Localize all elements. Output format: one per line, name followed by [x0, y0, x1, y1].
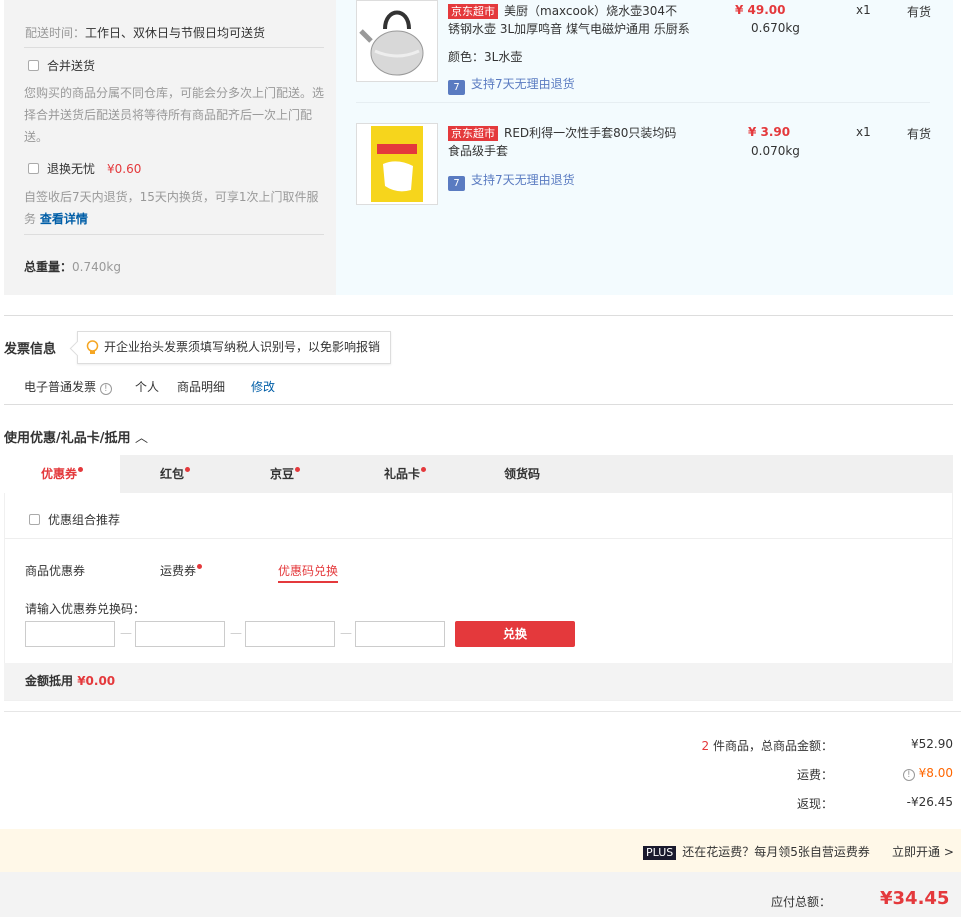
divider — [4, 711, 961, 712]
product-qty: x1 — [856, 3, 871, 17]
subtab-code-redeem[interactable]: 优惠码兑换 — [278, 562, 339, 583]
plus-promo: PLUS 还在花运费？每月领5张自营运费券 — [643, 843, 870, 860]
seven-day-icon: 7 — [448, 176, 465, 191]
tab-gift-card[interactable]: 礼品卡 — [340, 455, 470, 493]
merge-delivery-option[interactable]: 合并送货 — [28, 58, 95, 74]
delivery-time: 配送时间：工作日、双休日与节假日均可送货 — [25, 26, 266, 40]
code-input-4[interactable] — [355, 621, 445, 647]
divider — [4, 404, 953, 405]
tab-red-packets[interactable]: 红包 — [120, 455, 230, 493]
tab-jingdou[interactable]: 京豆 — [230, 455, 340, 493]
code-label: 请输入优惠券兑换码： — [25, 602, 146, 616]
subtab-shipping-coupon[interactable]: 运费券 — [160, 562, 203, 579]
invoice-content: 商品明细 — [177, 380, 226, 394]
total-label: 应付总额： — [771, 895, 832, 909]
code-input-2[interactable] — [135, 621, 225, 647]
return-policy-badge[interactable]: 7 支持7天无理由退货 — [448, 171, 575, 191]
lightbulb-icon — [86, 340, 99, 354]
product-weight: 0.070kg — [751, 144, 800, 158]
combo-checkbox[interactable] — [29, 514, 40, 525]
total-weight: 总重量：0.740kg — [24, 260, 121, 274]
product-price: ¥ 49.00 — [735, 3, 786, 17]
subtab-product-coupon[interactable]: 商品优惠券 — [25, 562, 85, 579]
cashback-label: 返现： — [796, 797, 833, 811]
code-input-3[interactable] — [245, 621, 335, 647]
product-image-gloves[interactable] — [356, 123, 438, 205]
return-service-option[interactable]: 退换无忧 ¥0.60 — [28, 161, 141, 177]
invoice-holder: 个人 — [135, 380, 160, 394]
details-link[interactable]: 查看详情 — [40, 212, 88, 226]
discount-tabs: 优惠券 红包 京豆 礼品卡 领货码 — [4, 455, 953, 493]
invoice-type: 电子普通发票 ! — [24, 378, 112, 395]
items-summary: 2 件商品，总商品金额： — [701, 739, 833, 753]
product-stock: 有货 — [907, 5, 932, 19]
tab-pickup-code[interactable]: 领货码 — [470, 455, 574, 493]
plus-open-link[interactable]: 立即开通 > — [892, 843, 954, 860]
merge-desc: 您购买的商品分属不同仓库，可能会分多次上门配送。选 择合并送货后配送员将等待所有商… — [24, 86, 325, 144]
product-spec: 颜色：3L水壶 — [448, 50, 523, 64]
return-desc: 自签收后7天内退货，15天内换货，可享1次上门取件服务 查看详情 — [24, 190, 319, 226]
invoice-tip: 开企业抬头发票须填写纳税人识别号，以免影响报销 — [77, 331, 391, 364]
divider — [24, 47, 324, 48]
redeem-button[interactable]: 兑换 — [455, 621, 575, 647]
cashback-value: -¥26.45 — [906, 795, 953, 809]
chevron-up-icon: ︿ — [135, 431, 149, 446]
product-name-kettle[interactable]: 京东超市 美厨（maxcook）烧水壶304不 锈钢水壶 3L加厚鸣音 煤气电磁炉通… — [448, 2, 698, 38]
product-price: ¥ 3.90 — [748, 125, 791, 139]
info-icon[interactable]: ! — [99, 383, 112, 395]
divider — [24, 234, 324, 235]
shipping-fee: ! ¥8.00 — [833, 766, 953, 781]
product-image-kettle[interactable] — [356, 0, 438, 82]
product-name-gloves[interactable]: 京东超市 RED利得一次性手套80只装均码 食品级手套 — [448, 124, 698, 160]
info-icon[interactable]: ! — [902, 769, 915, 781]
discount-section-toggle[interactable]: 使用优惠/礼品卡/抵用 ︿ — [4, 427, 148, 446]
return-service-checkbox[interactable] — [28, 163, 39, 174]
items-total: ¥52.90 — [911, 737, 953, 751]
code-input-1[interactable] — [25, 621, 115, 647]
amount-deduct: 金额抵用 ¥0.00 — [4, 663, 953, 700]
invoice-edit-link[interactable]: 修改 — [251, 378, 275, 395]
return-policy-badge[interactable]: 7 支持7天无理由退货 — [448, 75, 575, 95]
combo-recommend-option[interactable]: 优惠组合推荐 — [29, 512, 120, 528]
product-qty: x1 — [856, 125, 871, 139]
seven-day-icon: 7 — [448, 80, 465, 95]
shipping-label: 运费： — [796, 768, 833, 782]
plus-badge: PLUS — [643, 846, 677, 860]
product-stock: 有货 — [907, 127, 932, 141]
divider — [4, 315, 953, 316]
tab-coupons[interactable]: 优惠券 — [4, 455, 120, 493]
invoice-title: 发票信息 — [4, 342, 57, 357]
merge-delivery-checkbox[interactable] — [28, 60, 39, 71]
divider — [5, 538, 952, 539]
divider — [356, 102, 930, 103]
product-weight: 0.670kg — [751, 21, 800, 35]
total-amount: ¥34.45 — [880, 888, 950, 909]
